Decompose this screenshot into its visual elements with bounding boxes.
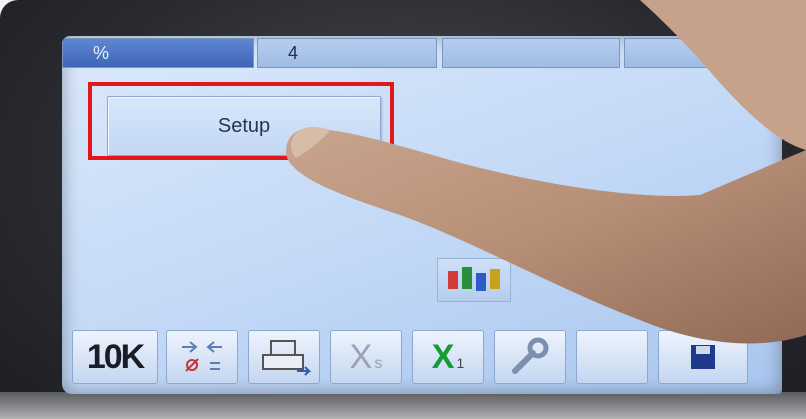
tab-percent[interactable]: % [62,38,254,68]
bottom-toolbar: 10K Xs X1 [62,326,782,394]
printer-icon [262,340,311,376]
wrench-icon [512,337,549,374]
counter-icon: 10K [86,337,145,376]
sort-arrows-icon [182,341,222,372]
x-sub-s-icon: Xs [349,337,383,376]
tab-3[interactable] [442,38,620,68]
tab-4-label: 4 [288,43,299,63]
x-sub-1-icon: X1 [431,337,465,376]
tab-4[interactable]: 4 [257,38,437,68]
save-icon [691,345,715,369]
wrench-button[interactable] [494,330,566,384]
tab-bar: % 4 [62,36,782,70]
blank-button[interactable] [576,330,648,384]
sort-button[interactable] [166,330,238,384]
tab-percent-label: % [93,43,110,63]
highlight-box [88,82,394,160]
save-button[interactable] [658,330,748,384]
printer-button[interactable] [248,330,320,384]
tab-4th[interactable] [624,38,782,68]
x1-button[interactable]: X1 [412,330,484,384]
xs-button[interactable]: Xs [330,330,402,384]
counter-button[interactable]: 10K [72,330,158,384]
bezel-edge [0,392,806,419]
colour-bars-icon[interactable] [437,258,511,302]
